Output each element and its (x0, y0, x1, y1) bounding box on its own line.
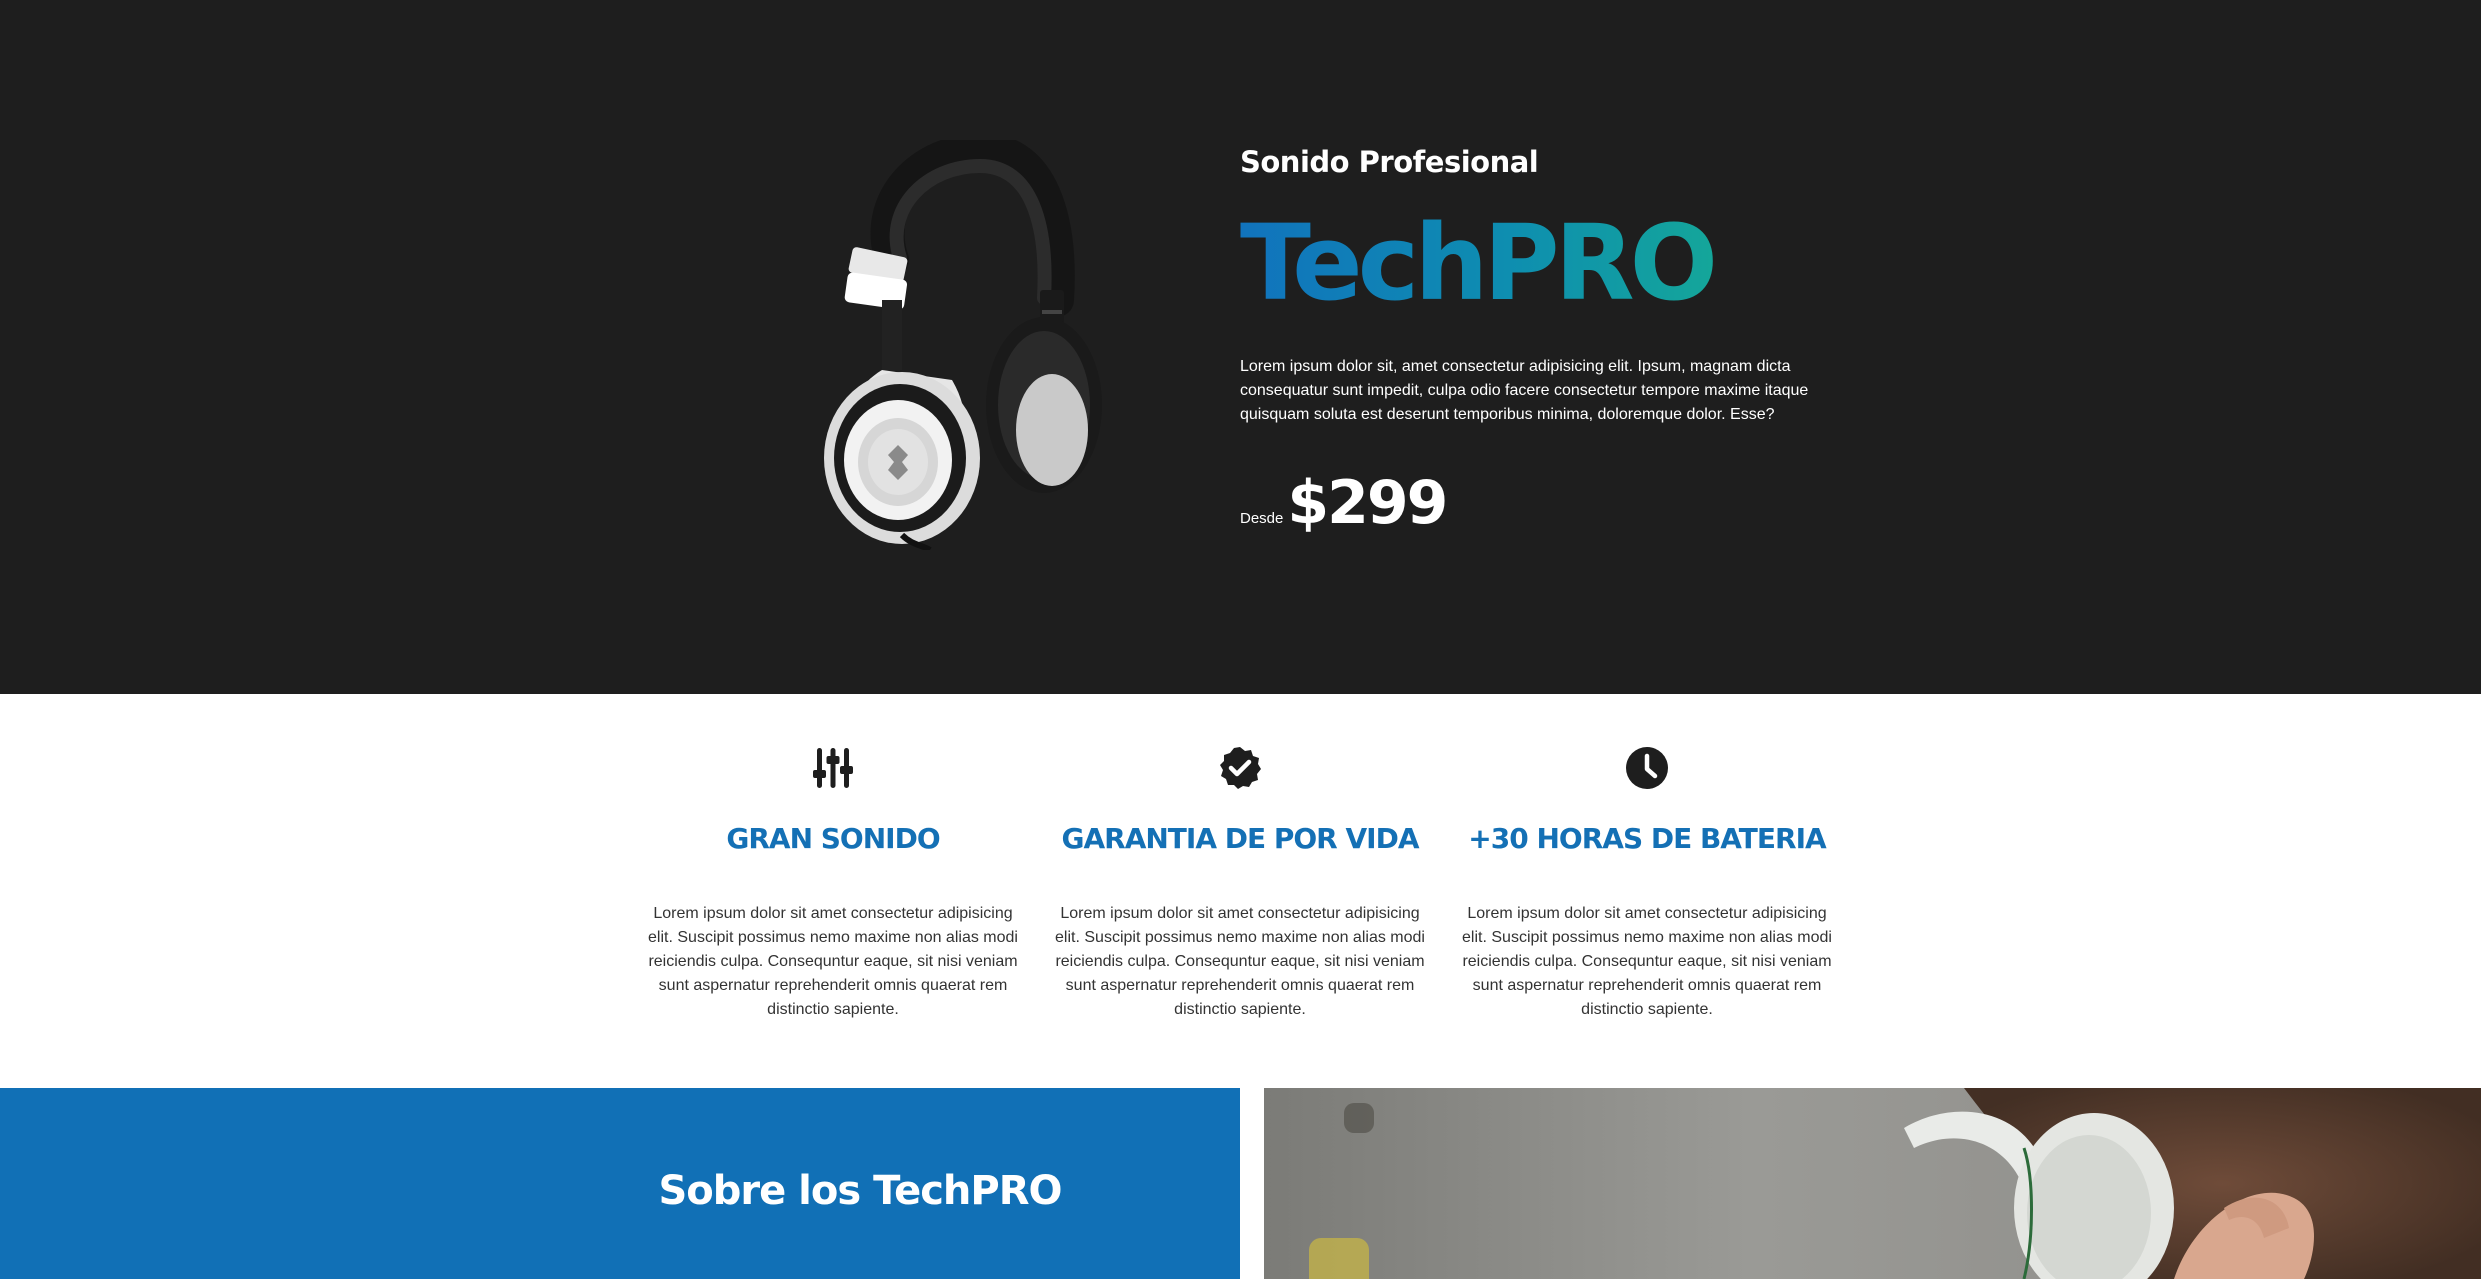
features-section: GRAN SONIDO Lorem ipsum dolor sit amet c… (0, 694, 2481, 1088)
price-prefix: Desde (1240, 510, 1284, 527)
feature-text: Lorem ipsum dolor sit amet consectetur a… (648, 905, 1018, 1018)
price-value: $299 (1287, 468, 1448, 538)
clock-icon (1625, 746, 1669, 790)
price-row: Desde $299 (1240, 473, 1840, 533)
hero-description: Lorem ipsum dolor sit, amet consectetur … (1240, 358, 1809, 423)
hero-subtitle: Sonido Profesional (1240, 145, 1539, 179)
feature-text: Lorem ipsum dolor sit amet consectetur a… (1462, 905, 1832, 1018)
sliders-icon (811, 746, 855, 790)
person-with-headphones-photo (1264, 1088, 2481, 1279)
about-section: Sobre los TechPRO (0, 1088, 1240, 1279)
headphones-image (812, 132, 1102, 553)
check-badge-icon (1218, 746, 1262, 790)
hero-text-block: Sonido Profesional TechPRO Lorem ipsum d… (1240, 145, 1840, 533)
feature-title: +30 HORAS DE BATERIA (1468, 822, 1826, 855)
hero-section: Sonido Profesional TechPRO Lorem ipsum d… (0, 0, 2481, 694)
brand-title: TechPRO (1240, 211, 1840, 315)
feature-title: GRAN SONIDO (726, 822, 940, 855)
feature-title: GARANTIA DE POR VIDA (1061, 822, 1419, 855)
feature-text: Lorem ipsum dolor sit amet consectetur a… (1055, 905, 1425, 1018)
